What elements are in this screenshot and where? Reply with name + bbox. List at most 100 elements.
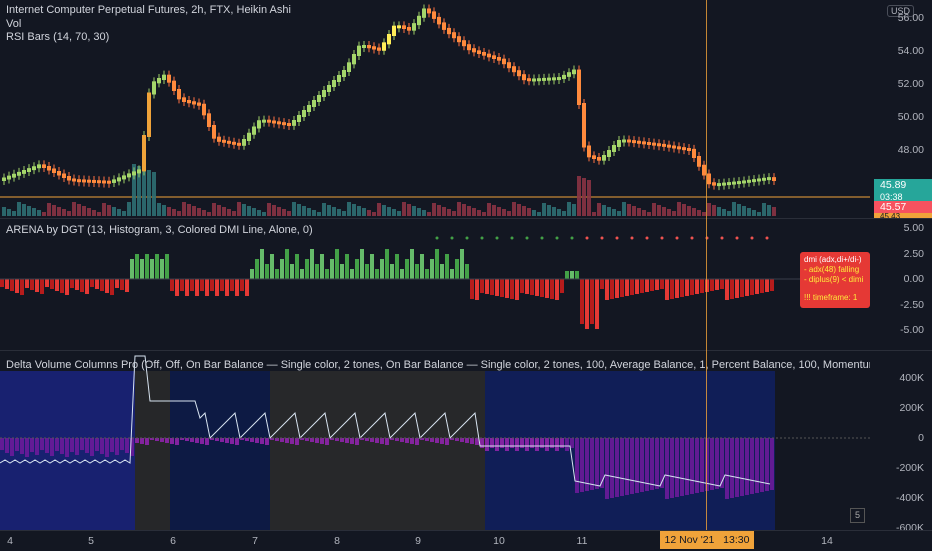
candle-body — [512, 66, 516, 73]
candle-body — [617, 140, 621, 147]
volume-bar — [42, 212, 46, 216]
candle-body — [317, 95, 321, 102]
candle-body — [372, 46, 376, 50]
arena-bar — [300, 269, 304, 279]
arena-bar — [745, 279, 749, 296]
arena-bar — [730, 279, 734, 299]
signal-dot — [435, 236, 439, 240]
candle-body — [282, 122, 286, 126]
time-label: 10 — [493, 535, 505, 547]
candle-body — [272, 120, 276, 124]
volume-bar — [342, 211, 346, 216]
time-label: 14 — [821, 535, 833, 547]
price-scale[interactable]: USD 56.00 54.00 52.00 50.00 48.00 45.89 … — [870, 0, 932, 218]
arena-bar — [45, 279, 49, 287]
volume-bar — [362, 208, 366, 216]
arena-pane[interactable]: ARENA by DGT (13, Histogram, 3, Colored … — [0, 218, 932, 351]
arena-bar — [190, 279, 194, 291]
candle-body — [152, 81, 156, 95]
delta-column — [95, 438, 99, 451]
volume-bar — [12, 211, 16, 216]
candle-body — [162, 74, 166, 80]
delta-indicator-title[interactable]: Delta Volume Columns Pro (Off, Off, On B… — [6, 359, 870, 371]
arena-bar — [225, 279, 229, 296]
arena-bar — [35, 279, 39, 292]
arena-scale[interactable]: 5.00 2.50 0.00 -2.50 -5.00 — [870, 219, 932, 351]
candle-body — [662, 143, 666, 147]
arena-bar — [235, 279, 239, 296]
delta-column — [70, 438, 74, 452]
arena-bar — [320, 254, 324, 279]
candle-body — [92, 179, 96, 183]
arena-bar — [430, 259, 434, 279]
signal-dot — [660, 236, 664, 240]
price-chart[interactable] — [0, 0, 870, 218]
tooltip-line: - diplus(9) < dimi — [804, 275, 864, 284]
volume-bar — [7, 209, 11, 216]
delta-column — [440, 438, 444, 444]
candle-body — [677, 146, 681, 150]
volume-bar — [587, 180, 591, 216]
delta-column — [655, 438, 659, 489]
delta-column — [325, 438, 329, 445]
crosshair-date: 12 Nov '21 — [664, 534, 715, 546]
volume-bar — [242, 204, 246, 216]
delta-column — [535, 438, 539, 451]
arena-bar — [15, 279, 19, 293]
candle-body — [607, 150, 611, 157]
candle-body — [667, 144, 671, 148]
delta-column — [505, 438, 509, 451]
delta-column — [400, 438, 404, 442]
arena-bar — [215, 279, 219, 296]
candle-body — [142, 135, 146, 172]
delta-volume-pane[interactable]: Delta Volume Columns Pro (Off, Off, On B… — [0, 350, 932, 534]
delta-column — [40, 438, 44, 450]
delta-column — [145, 438, 149, 445]
volume-bar — [307, 208, 311, 216]
candle-body — [582, 103, 586, 148]
price-tick: 50.00 — [897, 111, 924, 123]
arena-bar — [495, 279, 499, 296]
time-axis[interactable]: 4 5 6 7 8 9 10 11 14 — [0, 530, 932, 551]
delta-column — [315, 438, 319, 443]
arena-bar — [120, 279, 124, 290]
delta-column — [680, 438, 684, 496]
arena-bar — [665, 279, 669, 300]
candle-body — [597, 157, 601, 161]
candle-body — [762, 177, 766, 181]
arena-histogram[interactable] — [0, 219, 870, 351]
delta-scale[interactable]: 400K 200K 0 -200K -400K -600K — [870, 351, 932, 534]
tooltip-line: - adx(48) falling — [804, 265, 860, 274]
arena-bar — [440, 264, 444, 279]
rsi-indicator-label[interactable]: RSI Bars (14, 70, 30) — [6, 31, 109, 43]
volume-bar — [462, 204, 466, 216]
candle-body — [742, 180, 746, 184]
arena-bar — [95, 279, 99, 289]
volume-bar — [662, 207, 666, 216]
arena-bar — [280, 259, 284, 279]
candle-body — [117, 177, 121, 182]
price-pane[interactable]: Internet Computer Perpetual Futures, 2h,… — [0, 0, 932, 218]
volume-bar — [2, 207, 6, 216]
symbol-title[interactable]: Internet Computer Perpetual Futures, 2h,… — [6, 4, 291, 16]
candle-body — [147, 92, 151, 137]
delta-volume-chart[interactable] — [0, 351, 870, 531]
arena-indicator-title[interactable]: ARENA by DGT (13, Histogram, 3, Colored … — [6, 224, 313, 236]
arena-bar — [500, 279, 504, 297]
candle-body — [12, 173, 16, 178]
arena-bar — [380, 259, 384, 279]
candle-body — [207, 113, 211, 127]
pane-count-badge[interactable]: 5 — [850, 508, 865, 523]
candle-body — [297, 115, 301, 122]
candle-body — [397, 25, 401, 29]
volume-bar — [692, 208, 696, 216]
arena-bar — [685, 279, 689, 296]
candle-body — [472, 48, 476, 53]
signal-dot — [570, 236, 574, 240]
delta-column — [545, 438, 549, 451]
arena-bar — [165, 254, 169, 279]
candle-body — [407, 27, 411, 31]
arena-bar — [175, 279, 179, 296]
volume-indicator-label[interactable]: Vol — [6, 18, 21, 30]
delta-column — [570, 438, 574, 448]
